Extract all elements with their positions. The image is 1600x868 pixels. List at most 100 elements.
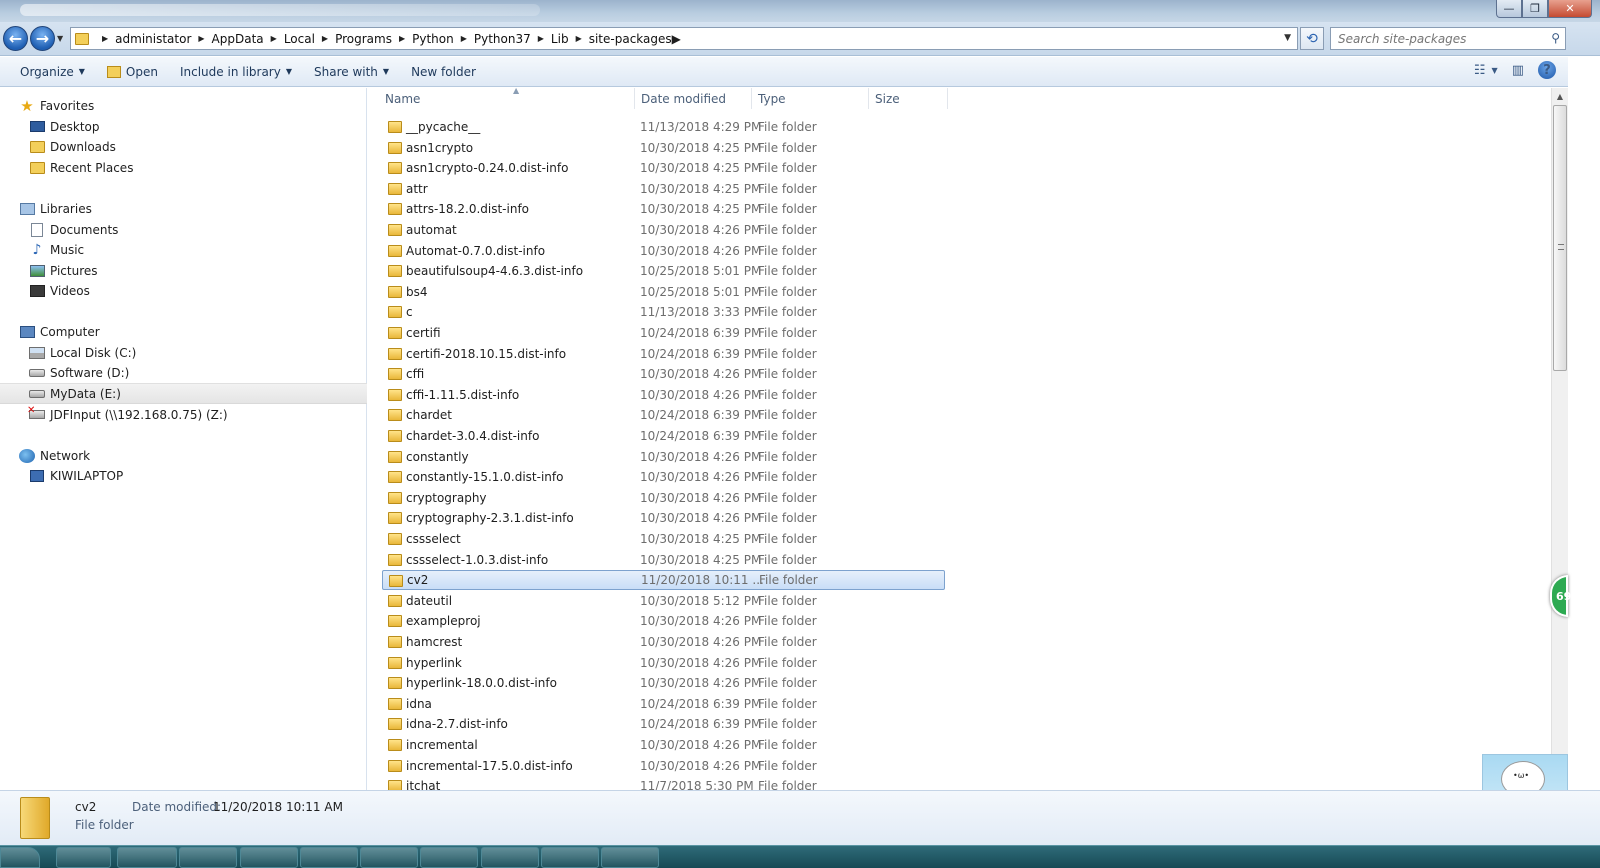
file-row[interactable]: cffi 10/30/2018 4:26 PM File folder [382,364,945,384]
file-row[interactable]: constantly 10/30/2018 4:26 PM File folder [382,447,945,467]
new-folder-button[interactable]: New folder [409,61,478,83]
file-row[interactable]: chardet 10/24/2018 6:39 PM File folder [382,405,945,425]
file-row[interactable]: cv2 11/20/2018 10:11 ... File folder [382,570,945,591]
column-header-name[interactable]: Name ▲ [379,86,635,109]
include-in-library-button[interactable]: Include in library ▼ [178,61,294,83]
scroll-up-button[interactable]: ▲ [1552,88,1568,104]
file-row[interactable]: asn1crypto-0.24.0.dist-info 10/30/2018 4:… [382,158,945,178]
breadcrumb-item[interactable]: ▶ Programs [315,32,392,46]
breadcrumb-separator-icon[interactable]: ▶ [322,34,328,43]
maximize-button[interactable]: ❐ [1522,0,1548,18]
column-header-size[interactable]: Size [869,88,948,109]
view-options-dropdown[interactable]: ▼ [1492,66,1498,75]
breadcrumb-item[interactable]: ▶ Local [264,32,315,46]
forward-button[interactable]: → [30,26,55,51]
nav-item-software[interactable]: Software (D:) [0,362,367,383]
nav-item-mydata[interactable]: MyData (E:) [0,383,367,404]
file-row[interactable]: exampleproj 10/30/2018 4:26 PM File folder [382,611,945,631]
back-button[interactable]: ← [3,26,28,51]
file-row[interactable]: Automat-0.7.0.dist-info 10/30/2018 4:26 P… [382,241,945,261]
taskbar-app-button[interactable] [179,847,237,868]
breadcrumb-item[interactable]: ▶ site-packages [569,32,672,46]
nav-item-kiwilaptop[interactable]: KIWILAPTOP [0,465,367,486]
nav-libraries[interactable]: Libraries [0,198,367,219]
file-row[interactable]: dateutil 10/30/2018 5:12 PM File folder [382,591,945,611]
nav-item-jdfinput[interactable]: JDFInput (\\192.168.0.75) (Z:) [0,404,367,425]
nav-computer[interactable]: Computer [0,321,367,342]
file-row[interactable]: hyperlink-18.0.0.dist-info 10/30/2018 4:2… [382,673,945,693]
breadcrumb-item[interactable]: ▶ AppData [191,32,263,46]
file-row[interactable]: hamcrest 10/30/2018 4:26 PM File folder [382,632,945,652]
breadcrumb-item[interactable]: ▶ Python [392,32,454,46]
file-row[interactable]: cssselect-1.0.3.dist-info 10/30/2018 4:25… [382,550,945,570]
nav-item-local-disk[interactable]: Local Disk (C:) [0,342,367,363]
change-view-button[interactable]: ☷ [1474,63,1486,78]
nav-item-downloads[interactable]: Downloads [0,136,367,157]
file-row[interactable]: certifi-2018.10.15.dist-info 10/24/2018 6… [382,344,945,364]
close-button[interactable]: ✕ [1548,0,1592,18]
taskbar-app-button[interactable] [117,847,177,868]
nav-network[interactable]: Network [0,445,367,466]
scroll-thumb[interactable] [1553,105,1567,371]
file-row[interactable]: bs4 10/25/2018 5:01 PM File folder [382,282,945,302]
file-row[interactable]: __pycache__ 11/13/2018 4:29 PM File folder [382,117,945,137]
share-with-button[interactable]: Share with ▼ [312,61,391,83]
open-button[interactable]: Open [105,61,160,83]
nav-item-videos[interactable]: Videos [0,280,367,301]
breadcrumb-separator-icon[interactable]: ▶ [271,34,277,43]
taskbar-app-button[interactable] [481,847,539,868]
file-row[interactable]: certifi 10/24/2018 6:39 PM File folder [382,323,945,343]
recent-pages-dropdown[interactable]: ▼ [57,34,63,43]
preview-pane-button[interactable]: ▥ [1512,63,1524,78]
taskbar-app-button[interactable] [360,847,418,868]
nav-item-pictures[interactable]: Pictures [0,260,367,281]
file-row[interactable]: asn1crypto 10/30/2018 4:25 PM File folder [382,138,945,158]
help-button[interactable]: ? [1538,61,1556,79]
breadcrumb-separator-icon[interactable]: ▶ [461,34,467,43]
nav-item-desktop[interactable]: Desktop [0,116,367,137]
taskbar-app-button[interactable] [601,847,659,868]
breadcrumb-separator-icon[interactable]: ▶ [102,34,108,43]
file-row[interactable]: hyperlink 10/30/2018 4:26 PM File folder [382,653,945,673]
file-row[interactable]: constantly-15.1.0.dist-info 10/30/2018 4:… [382,467,945,487]
file-row[interactable]: cryptography 10/30/2018 4:26 PM File folde… [382,488,945,508]
taskbar-app-button[interactable] [56,847,111,868]
search-icon[interactable]: ⚲ [1551,31,1560,45]
start-button[interactable] [0,847,40,868]
address-history-dropdown[interactable]: ▼ [1284,33,1291,43]
breadcrumb-separator-icon[interactable]: ▶ [576,34,582,43]
taskbar-app-button[interactable] [420,847,478,868]
breadcrumb-separator-icon[interactable]: ▶ [198,34,204,43]
address-bar[interactable]: ▶ administator ▶ AppData ▶ Local ▶ Programs ▶ Pyt… [70,27,1298,50]
vertical-scrollbar[interactable]: ▲ ▼ [1551,88,1568,790]
file-row[interactable]: idna 10/24/2018 6:39 PM File folder [382,694,945,714]
file-row[interactable]: incremental-17.5.0.dist-info 10/30/2018 4… [382,756,945,776]
file-row[interactable]: automat 10/30/2018 4:26 PM File folder [382,220,945,240]
file-row[interactable]: beautifulsoup4-4.6.3.dist-info 10/25/2018… [382,261,945,281]
column-header-date-modified[interactable]: Date modified [635,88,752,109]
breadcrumb-separator-icon[interactable]: ▶ [672,32,681,46]
nav-item-music[interactable]: ♪ Music [0,239,367,260]
minimize-button[interactable]: — [1496,0,1522,18]
file-row[interactable]: attrs-18.2.0.dist-info 10/30/2018 4:25 PM… [382,199,945,219]
taskbar-app-button[interactable] [541,847,599,868]
file-row[interactable]: cryptography-2.3.1.dist-info 10/30/2018 4… [382,508,945,528]
taskbar-app-button[interactable] [300,847,358,868]
file-row[interactable]: chardet-3.0.4.dist-info 10/24/2018 6:39 P… [382,426,945,446]
breadcrumb-item[interactable]: ▶ administator [95,32,191,46]
column-header-type[interactable]: Type [752,88,869,109]
breadcrumb-separator-icon[interactable]: ▶ [399,34,405,43]
file-row[interactable]: cffi-1.11.5.dist-info 10/30/2018 4:26 PM F… [382,385,945,405]
file-row[interactable]: cssselect 10/30/2018 4:25 PM File folder [382,529,945,549]
file-row[interactable]: c 11/13/2018 3:33 PM File folder [382,302,945,322]
nav-item-recent-places[interactable]: Recent Places [0,157,367,178]
organize-button[interactable]: Organize ▼ [18,61,87,83]
taskbar-app-button[interactable] [240,847,298,868]
search-box[interactable]: ⚲ [1330,27,1566,50]
nav-favorites[interactable]: ★ Favorites [0,95,367,116]
refresh-button[interactable]: ⟲ [1300,27,1324,50]
breadcrumb-separator-icon[interactable]: ▶ [538,34,544,43]
nav-item-documents[interactable]: Documents [0,219,367,240]
file-row[interactable]: attr 10/30/2018 4:25 PM File folder [382,179,945,199]
search-input[interactable] [1338,31,1538,46]
